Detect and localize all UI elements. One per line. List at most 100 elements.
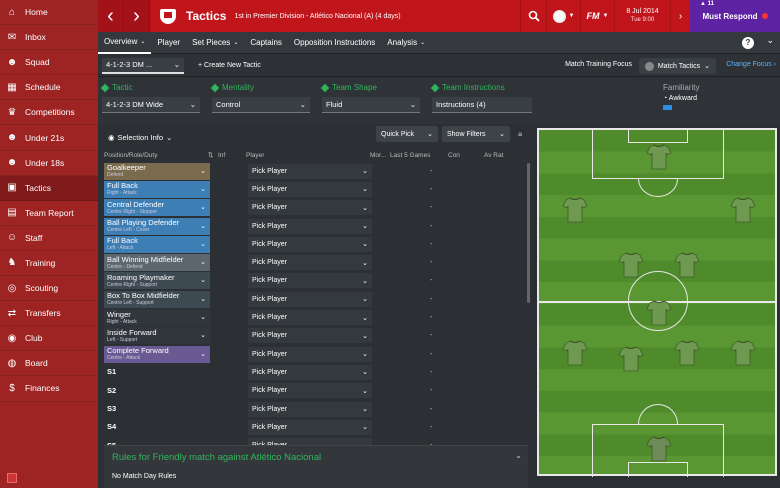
- player-kit-roaming-playmaker[interactable]: [674, 250, 700, 280]
- position-role-duty[interactable]: Roaming Playmaker Centre Right - Support ⌄: [104, 272, 210, 290]
- must-respond-button[interactable]: ▲ 11 Must Respond: [690, 0, 780, 32]
- pick-player-dropdown[interactable]: Pick Player ⌄: [248, 255, 372, 271]
- pick-player-dropdown[interactable]: Pick Player ⌄: [248, 181, 372, 197]
- club-badge-dropdown[interactable]: ▼: [546, 0, 580, 32]
- position-role-duty[interactable]: Full Back Left - Attack ⌄: [104, 235, 210, 253]
- position-role-duty[interactable]: Winger Right - Attack ⌄: [104, 309, 210, 327]
- date-text: 8 Jul 2014: [626, 8, 659, 15]
- pick-player-dropdown[interactable]: Pick Player ⌄: [248, 310, 372, 326]
- position-role-duty[interactable]: Ball Winning Midfielder Centre - Defend ⌄: [104, 254, 210, 272]
- lock-icon[interactable]: 🔒︎: [518, 129, 522, 139]
- player-kit-goalkeeper[interactable]: [646, 434, 672, 464]
- change-focus-link[interactable]: Change Focus ›: [726, 61, 776, 68]
- pick-player-dropdown[interactable]: Pick Player ⌄: [248, 419, 372, 435]
- player-kit-left-inside-forward[interactable]: [562, 195, 588, 225]
- fm-logo-menu[interactable]: FM ▼: [580, 0, 614, 32]
- familiarity-indicator[interactable]: Familiarity ◔ Awkward: [663, 83, 723, 110]
- sort-icon[interactable]: ⇅: [208, 151, 218, 159]
- col-influence[interactable]: Inf: [218, 152, 246, 159]
- position-role-duty[interactable]: Ball Playing Defender Centre Left - Cover…: [104, 217, 210, 235]
- tab-player[interactable]: Player: [151, 32, 186, 54]
- col-player[interactable]: Player: [246, 152, 370, 159]
- sidebar-item-scouting[interactable]: ◎ Scouting: [0, 276, 98, 302]
- pick-player-dropdown[interactable]: Pick Player ⌄: [248, 401, 372, 417]
- position-role-duty[interactable]: S1: [104, 364, 210, 381]
- team-instructions-button[interactable]: Instructions (4): [432, 97, 532, 113]
- chevron-down-icon[interactable]: ⌄: [515, 451, 522, 460]
- tab-overview[interactable]: Overview ⌄: [98, 32, 152, 54]
- selection-info-dropdown[interactable]: ◉ Selection Info ⌄: [108, 133, 172, 142]
- pick-player-label: Pick Player: [252, 259, 288, 267]
- sidebar-item-home[interactable]: ⌂ Home: [0, 0, 98, 26]
- col-average-rating[interactable]: Av Rat: [484, 152, 514, 159]
- create-new-tactic-button[interactable]: + Create New Tactic: [198, 62, 261, 69]
- player-kit-left-back[interactable]: [562, 338, 588, 368]
- pick-player-dropdown[interactable]: Pick Player ⌄: [248, 291, 372, 307]
- tactic-dropdown[interactable]: 4-1-2-3 DM Wide ⌄: [102, 97, 200, 113]
- chevron-down-icon: ⌄: [362, 387, 368, 395]
- pick-player-dropdown[interactable]: Pick Player ⌄: [248, 383, 372, 399]
- sidebar-item-squad[interactable]: ☻ Squad: [0, 50, 98, 76]
- position-role-duty[interactable]: S4: [104, 419, 210, 436]
- player-kit-bp-defender[interactable]: [618, 344, 644, 374]
- sidebar-item-board[interactable]: ◍ Board: [0, 351, 98, 377]
- position-role-duty[interactable]: Central Defender Centre Right - Stopper ⌄: [104, 199, 210, 217]
- position-role-duty[interactable]: Box To Box Midfielder Centre Left - Suppo…: [104, 290, 210, 308]
- player-kit-right-back[interactable]: [730, 338, 756, 368]
- position-role-duty[interactable]: Full Back Right - Attack ⌄: [104, 180, 210, 198]
- tab-analysis[interactable]: Analysis ⌄: [381, 32, 431, 54]
- position-role-duty[interactable]: S2: [104, 382, 210, 399]
- pick-player-dropdown[interactable]: Pick Player ⌄: [248, 163, 372, 179]
- player-kit-box-to-box[interactable]: [618, 250, 644, 280]
- mentality-dropdown[interactable]: Control ⌄: [212, 97, 310, 113]
- sidebar-item-team-report[interactable]: ▤ Team Report: [0, 201, 98, 226]
- col-morale[interactable]: Mor...: [370, 152, 390, 159]
- sidebar-item-competitions[interactable]: ♛ Competitions: [0, 100, 98, 126]
- help-icon[interactable]: ?: [742, 37, 754, 49]
- sidebar-item-staff[interactable]: ☺ Staff: [0, 226, 98, 251]
- sidebar-item-under-18s[interactable]: ☻ Under 18s: [0, 151, 98, 176]
- tactic-select[interactable]: 4-1-2-3 DM ... ⌄: [102, 57, 184, 74]
- tab-set-pieces[interactable]: Set Pieces ⌄: [186, 32, 244, 54]
- player-kit-ball-winner[interactable]: [646, 298, 672, 328]
- player-kit-right-winger[interactable]: [730, 195, 756, 225]
- col-last-5-games[interactable]: Last 5 Games: [390, 152, 448, 159]
- sidebar-item-transfers[interactable]: ⇄ Transfers: [0, 301, 98, 327]
- player-kit-striker[interactable]: [646, 142, 672, 172]
- sidebar-item-training[interactable]: ♞ Training: [0, 251, 98, 277]
- continue-chevron-icon[interactable]: ›: [670, 0, 690, 32]
- col-condition[interactable]: Con: [448, 152, 484, 159]
- forward-arrow-icon[interactable]: ›: [124, 0, 150, 32]
- more-chevron-icon[interactable]: ⌄: [766, 35, 774, 46]
- team-shape-dropdown[interactable]: Fluid ⌄: [322, 97, 420, 113]
- flag-icon[interactable]: [7, 473, 17, 483]
- show-filters-button[interactable]: Show Filters ⌄: [442, 126, 510, 142]
- quick-pick-button[interactable]: Quick Pick ⌄: [376, 126, 438, 142]
- sidebar-item-finances[interactable]: $ Finances: [0, 376, 98, 402]
- tab-opposition-instructions[interactable]: Opposition Instructions: [288, 32, 381, 54]
- position-role-duty[interactable]: S3: [104, 401, 210, 418]
- sidebar-item-club[interactable]: ◉ Club: [0, 326, 98, 352]
- pick-player-dropdown[interactable]: Pick Player ⌄: [248, 236, 372, 252]
- pick-player-dropdown[interactable]: Pick Player ⌄: [248, 273, 372, 289]
- scrollbar[interactable]: [527, 163, 530, 303]
- pick-player-dropdown[interactable]: Pick Player ⌄: [248, 200, 372, 216]
- back-arrow-icon[interactable]: ‹: [98, 0, 124, 32]
- tactic-bar: 4-1-2-3 DM ... ⌄ + Create New Tactic Mat…: [98, 55, 780, 77]
- sidebar-item-under-21s[interactable]: ☻ Under 21s: [0, 125, 98, 151]
- match-tactics-dropdown[interactable]: Match Tactics ⌄: [638, 58, 716, 74]
- sidebar-item-tactics[interactable]: ▣ Tactics: [0, 175, 98, 201]
- position-role-duty[interactable]: Complete Forward Centre - Attack ⌄: [104, 345, 210, 363]
- tab-captains[interactable]: Captains: [244, 32, 288, 54]
- sidebar-item-schedule[interactable]: ▦ Schedule: [0, 75, 98, 101]
- pick-player-dropdown[interactable]: Pick Player ⌄: [248, 328, 372, 344]
- pick-player-dropdown[interactable]: Pick Player ⌄: [248, 346, 372, 362]
- pick-player-dropdown[interactable]: Pick Player ⌄: [248, 218, 372, 234]
- position-role-duty[interactable]: Goalkeeper Defend ⌄: [104, 162, 210, 180]
- player-kit-central-defender[interactable]: [674, 338, 700, 368]
- pick-player-dropdown[interactable]: Pick Player ⌄: [248, 364, 372, 380]
- col-position[interactable]: Position/Role/Duty: [104, 152, 208, 159]
- sidebar-item-inbox[interactable]: ✉ Inbox: [0, 25, 98, 51]
- search-icon[interactable]: [520, 0, 546, 32]
- position-role-duty[interactable]: Inside Forward Left - Support ⌄: [104, 327, 210, 345]
